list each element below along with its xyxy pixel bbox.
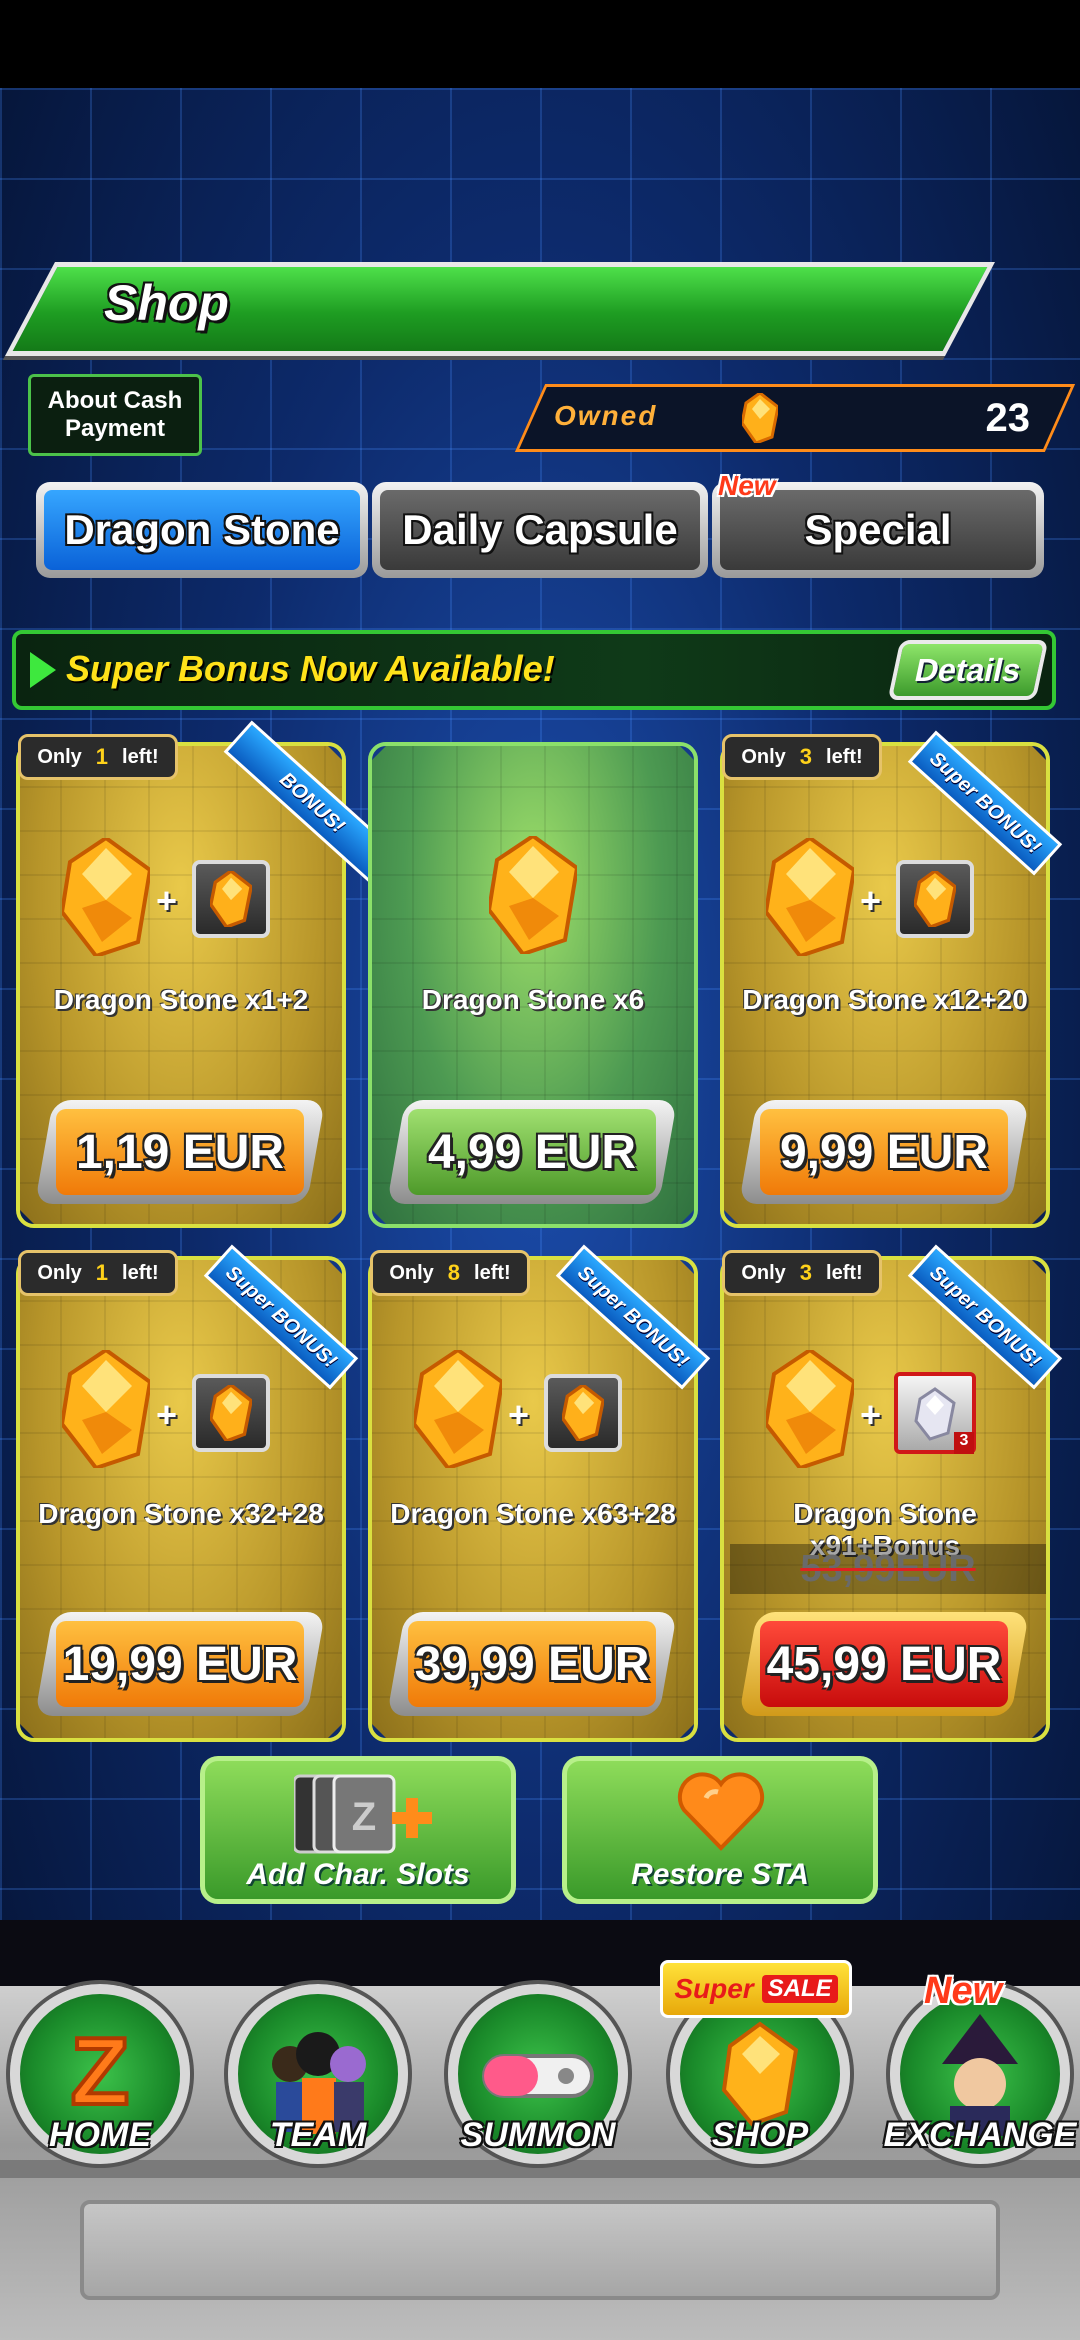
heart-icon <box>676 1770 766 1857</box>
dragon-stone-icon <box>489 836 577 954</box>
remaining-count: 3 <box>799 1260 813 1285</box>
price-button[interactable]: 9,99 EUR <box>738 1100 1030 1204</box>
bonus-stone-box <box>192 1374 270 1452</box>
page-title: Shop <box>104 275 229 331</box>
nav-panel <box>80 2200 1000 2300</box>
tab-daily-capsule[interactable]: Daily Capsule <box>372 482 708 578</box>
exchange-new-badge: New <box>924 1970 1003 2012</box>
dragon-stone-icon <box>62 1350 150 1468</box>
only-suffix: left! <box>474 1261 511 1284</box>
sale-price-button[interactable]: 45,99 EUR <box>738 1612 1030 1716</box>
nav-home-label: HOME <box>49 2116 151 2154</box>
price-label: 39,99 EUR <box>408 1621 656 1707</box>
status-bar <box>0 0 1080 88</box>
remaining-count: 1 <box>95 1260 109 1285</box>
bonus-text: Super Bonus Now Available! <box>66 648 555 689</box>
dragon-stone-icon <box>914 871 956 927</box>
price-button[interactable]: 1,19 EUR <box>34 1100 326 1204</box>
dragon-stone-icon <box>210 1385 252 1441</box>
plus-sign: + <box>156 880 178 921</box>
nav-shop-label: SHOP <box>711 2116 809 2154</box>
owned-count: 23 <box>985 396 1031 440</box>
remaining-count: 3 <box>799 744 813 769</box>
plus-sign: + <box>508 1394 530 1435</box>
product-name: Dragon Stone x63+28 <box>390 1498 676 1529</box>
dragon-stone-icon <box>62 838 150 956</box>
bonus-card-count: 3 <box>954 1432 974 1454</box>
nav-exchange-label: EXCHANGE <box>883 2116 1077 2154</box>
dragon-stone-icon <box>740 391 780 448</box>
plus-sign: + <box>860 1394 882 1435</box>
only-prefix: Only <box>37 745 82 768</box>
product-name: Dragon Stone x12+20 <box>742 984 1028 1015</box>
only-suffix: left! <box>826 1261 863 1284</box>
sale-badge-super: Super <box>674 1973 754 2004</box>
add-char-slots-label: Add Char. Slots <box>246 1858 470 1891</box>
about-cash-payment-button[interactable]: About Cash Payment <box>28 374 202 456</box>
card-slots-icon: Z <box>292 1772 444 1861</box>
restore-sta-label: Restore STA <box>631 1858 809 1891</box>
nav-summon-label: SUMMON <box>460 2116 616 2154</box>
only-left-badge: Only 3 left! <box>722 734 882 780</box>
tab-label: Daily Capsule <box>380 490 700 570</box>
tab-label: Special <box>720 490 1036 570</box>
remaining-count: 1 <box>95 744 109 769</box>
only-suffix: left! <box>826 745 863 768</box>
svg-text:Z: Z <box>71 2018 130 2125</box>
dragon-stone-icon <box>414 1350 502 1468</box>
dragon-stone-icon <box>766 838 854 956</box>
only-left-badge: Only 3 left! <box>722 1250 882 1296</box>
product-name: Dragon Stone x1+2 <box>53 984 309 1015</box>
dragon-stone-icon <box>766 1350 854 1468</box>
bonus-stone-box <box>192 860 270 938</box>
product-name: Dragon Stone x32+28 <box>38 1498 324 1529</box>
bonus-stone-box <box>896 860 974 938</box>
original-price: 53,99EUR <box>730 1544 1046 1594</box>
only-suffix: left! <box>122 745 159 768</box>
play-arrow-icon <box>30 652 56 688</box>
only-left-badge: Only 8 left! <box>370 1250 530 1296</box>
only-suffix: left! <box>122 1261 159 1284</box>
nav-divider <box>0 1920 1080 1988</box>
only-prefix: Only <box>389 1261 434 1284</box>
price-label: 1,19 EUR <box>56 1109 304 1195</box>
price-label: 19,99 EUR <box>56 1621 304 1707</box>
nav-team-label: TEAM <box>269 2116 367 2154</box>
only-prefix: Only <box>741 745 786 768</box>
price-label: 4,99 EUR <box>408 1109 656 1195</box>
price-button[interactable]: 39,99 EUR <box>386 1612 678 1716</box>
price-label: 9,99 EUR <box>760 1109 1008 1195</box>
svg-text:Z: Z <box>352 1795 376 1839</box>
owned-label: Owned <box>554 400 658 431</box>
tab-dragon-stone[interactable]: Dragon Stone <box>36 482 368 578</box>
sale-badge-sale: SALE <box>761 1975 838 2003</box>
remaining-count: 8 <box>447 1260 461 1285</box>
plus-sign: + <box>156 1394 178 1435</box>
only-prefix: Only <box>37 1261 82 1284</box>
shop-screen: Shop About Cash Payment Owned 23 Dragon … <box>0 0 1080 2340</box>
plus-sign: + <box>860 880 882 921</box>
only-left-badge: Only 1 left! <box>18 734 178 780</box>
details-button[interactable]: Details <box>887 640 1049 700</box>
product-name: Dragon Stone x6 <box>421 984 645 1015</box>
only-prefix: Only <box>741 1261 786 1284</box>
only-left-badge: Only 1 left! <box>18 1250 178 1296</box>
tab-label: Dragon Stone <box>44 490 360 570</box>
new-badge: New <box>718 470 776 501</box>
bonus-stone-box <box>544 1374 622 1452</box>
price-button[interactable]: 19,99 EUR <box>34 1612 326 1716</box>
super-sale-badge: Super SALE <box>660 1960 852 2018</box>
dragon-stone-icon <box>210 871 252 927</box>
crystal-card-icon <box>914 1387 956 1441</box>
dragon-stone-icon <box>562 1385 604 1441</box>
price-label: 45,99 EUR <box>760 1621 1008 1707</box>
price-button[interactable]: 4,99 EUR <box>386 1100 678 1204</box>
